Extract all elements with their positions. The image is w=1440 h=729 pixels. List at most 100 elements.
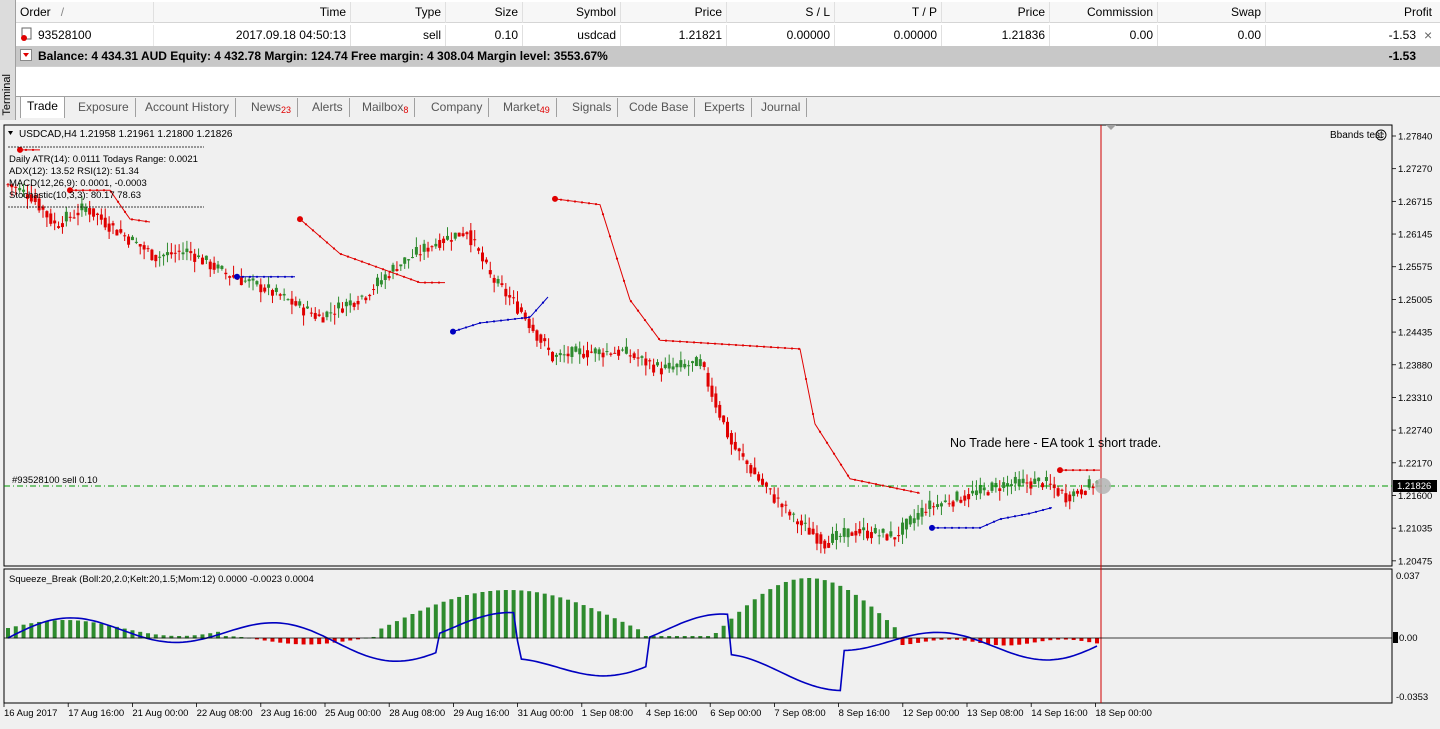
candle-body xyxy=(403,257,407,264)
histogram-bar xyxy=(573,602,578,639)
lower-band-dot xyxy=(478,321,482,325)
lower-band-dot xyxy=(978,526,982,529)
candle-body xyxy=(1056,488,1060,496)
upper-band-dot xyxy=(853,478,857,481)
candle-body xyxy=(636,357,640,359)
lower-band-dot xyxy=(506,318,510,321)
tab-journal[interactable]: Journal xyxy=(755,98,808,117)
candle-body xyxy=(702,362,706,367)
candle-body xyxy=(418,254,422,256)
candle-body xyxy=(68,216,72,218)
candle-body xyxy=(49,213,53,224)
col-profit[interactable]: Profit xyxy=(1266,2,1436,23)
candle-body xyxy=(127,236,131,245)
time-tick-label: 22 Aug 08:00 xyxy=(197,708,253,719)
upper-band-dot xyxy=(416,280,420,283)
col-commission[interactable]: Commission xyxy=(1050,2,1158,23)
candle-body xyxy=(582,353,586,358)
tab-code-base[interactable]: Code Base xyxy=(623,98,696,117)
col-size[interactable]: Size xyxy=(446,2,523,23)
histogram-bar xyxy=(830,582,835,639)
histogram-bar xyxy=(68,620,73,639)
tab-alerts[interactable]: Alerts xyxy=(306,98,350,117)
upper-band-dot xyxy=(755,345,759,348)
candle-body xyxy=(776,497,780,499)
lower-band-dot xyxy=(943,526,947,529)
col-price[interactable]: Price xyxy=(621,2,727,23)
candle-body xyxy=(477,248,481,251)
chart-window[interactable]: USDCAD,H4 1.21958 1.21961 1.21800 1.2182… xyxy=(0,122,1440,729)
tab-exposure[interactable]: Exposure xyxy=(72,98,136,117)
histogram-bar xyxy=(464,594,469,639)
col-current-price[interactable]: Price xyxy=(942,2,1050,23)
upper-band-dot xyxy=(318,235,322,238)
col-sl[interactable]: S / L xyxy=(727,2,835,23)
histogram-bar xyxy=(449,599,454,639)
candle-body xyxy=(554,354,558,357)
order-size: 0.10 xyxy=(446,25,523,46)
upper-band-dot xyxy=(846,474,850,477)
candle-body xyxy=(496,278,500,284)
upper-band-dot xyxy=(783,346,787,350)
candle-body xyxy=(274,287,278,292)
candle-body xyxy=(908,516,912,525)
upper-band-dot xyxy=(804,377,808,381)
candle-body xyxy=(714,393,718,408)
candle-body xyxy=(640,356,644,358)
candle-body xyxy=(862,527,866,531)
col-order[interactable]: Order / xyxy=(16,2,154,23)
price-chart[interactable]: USDCAD,H4 1.21958 1.21961 1.21800 1.2182… xyxy=(0,122,1440,729)
candle-body xyxy=(866,530,870,539)
upper-band-dot xyxy=(657,337,661,341)
candle-body xyxy=(492,277,496,283)
tab-company[interactable]: Company xyxy=(425,98,490,117)
order-row[interactable]: 93528100 2017.09.18 04:50:13 sell 0.10 u… xyxy=(16,25,1440,46)
candle-body xyxy=(1072,491,1076,497)
candle-body xyxy=(737,448,741,452)
upper-band-dot xyxy=(902,488,906,491)
tab-mailbox[interactable]: Mailbox8 xyxy=(356,98,416,117)
close-order-icon[interactable]: × xyxy=(1420,25,1438,46)
order-handle[interactable] xyxy=(1095,478,1111,494)
col-type[interactable]: Type xyxy=(351,2,446,23)
candle-body xyxy=(691,361,695,364)
tab-experts[interactable]: Experts xyxy=(698,98,752,117)
col-tp[interactable]: T / P xyxy=(835,2,942,23)
candle-body xyxy=(893,537,897,540)
histogram-bar xyxy=(107,625,112,639)
tab-account-history[interactable]: Account History xyxy=(139,98,237,117)
terminal-side-tab[interactable]: Terminal xyxy=(0,0,16,120)
sort-indicator: / xyxy=(60,5,65,19)
candle-body xyxy=(718,404,722,418)
histogram-bar xyxy=(534,592,539,639)
terminal-label: Terminal xyxy=(1,74,13,116)
col-symbol[interactable]: Symbol xyxy=(523,2,621,23)
histogram-bar xyxy=(309,638,314,645)
candle-body xyxy=(239,277,243,286)
histogram-bar xyxy=(418,610,423,639)
candle-body xyxy=(138,244,142,247)
candle-body xyxy=(1041,483,1045,488)
upper-band-dot xyxy=(423,281,427,284)
tab-trade[interactable]: Trade xyxy=(20,96,65,118)
candle-body xyxy=(302,307,306,316)
price-tick-label: 1.21600 xyxy=(1398,491,1432,502)
candle-body xyxy=(675,363,679,368)
candle-body xyxy=(593,348,597,354)
candle-body xyxy=(309,312,313,314)
candle-body xyxy=(628,355,632,357)
lower-band-dot xyxy=(950,526,954,529)
tab-news[interactable]: News23 xyxy=(245,98,299,117)
candle-body xyxy=(998,488,1002,492)
upper-band-dot xyxy=(608,235,612,238)
candle-body xyxy=(667,362,671,369)
info-line-macd: MACD(12,26,9): 0.0001, -0.0003 xyxy=(9,178,147,189)
tab-signals[interactable]: Signals xyxy=(566,98,619,117)
histogram-bar xyxy=(99,623,104,639)
lower-band-dot xyxy=(1041,508,1045,512)
tab-market[interactable]: Market49 xyxy=(497,98,557,117)
candle-body xyxy=(294,301,298,306)
histogram-bar xyxy=(550,595,555,639)
col-time[interactable]: Time xyxy=(154,2,351,23)
col-swap[interactable]: Swap xyxy=(1158,2,1266,23)
